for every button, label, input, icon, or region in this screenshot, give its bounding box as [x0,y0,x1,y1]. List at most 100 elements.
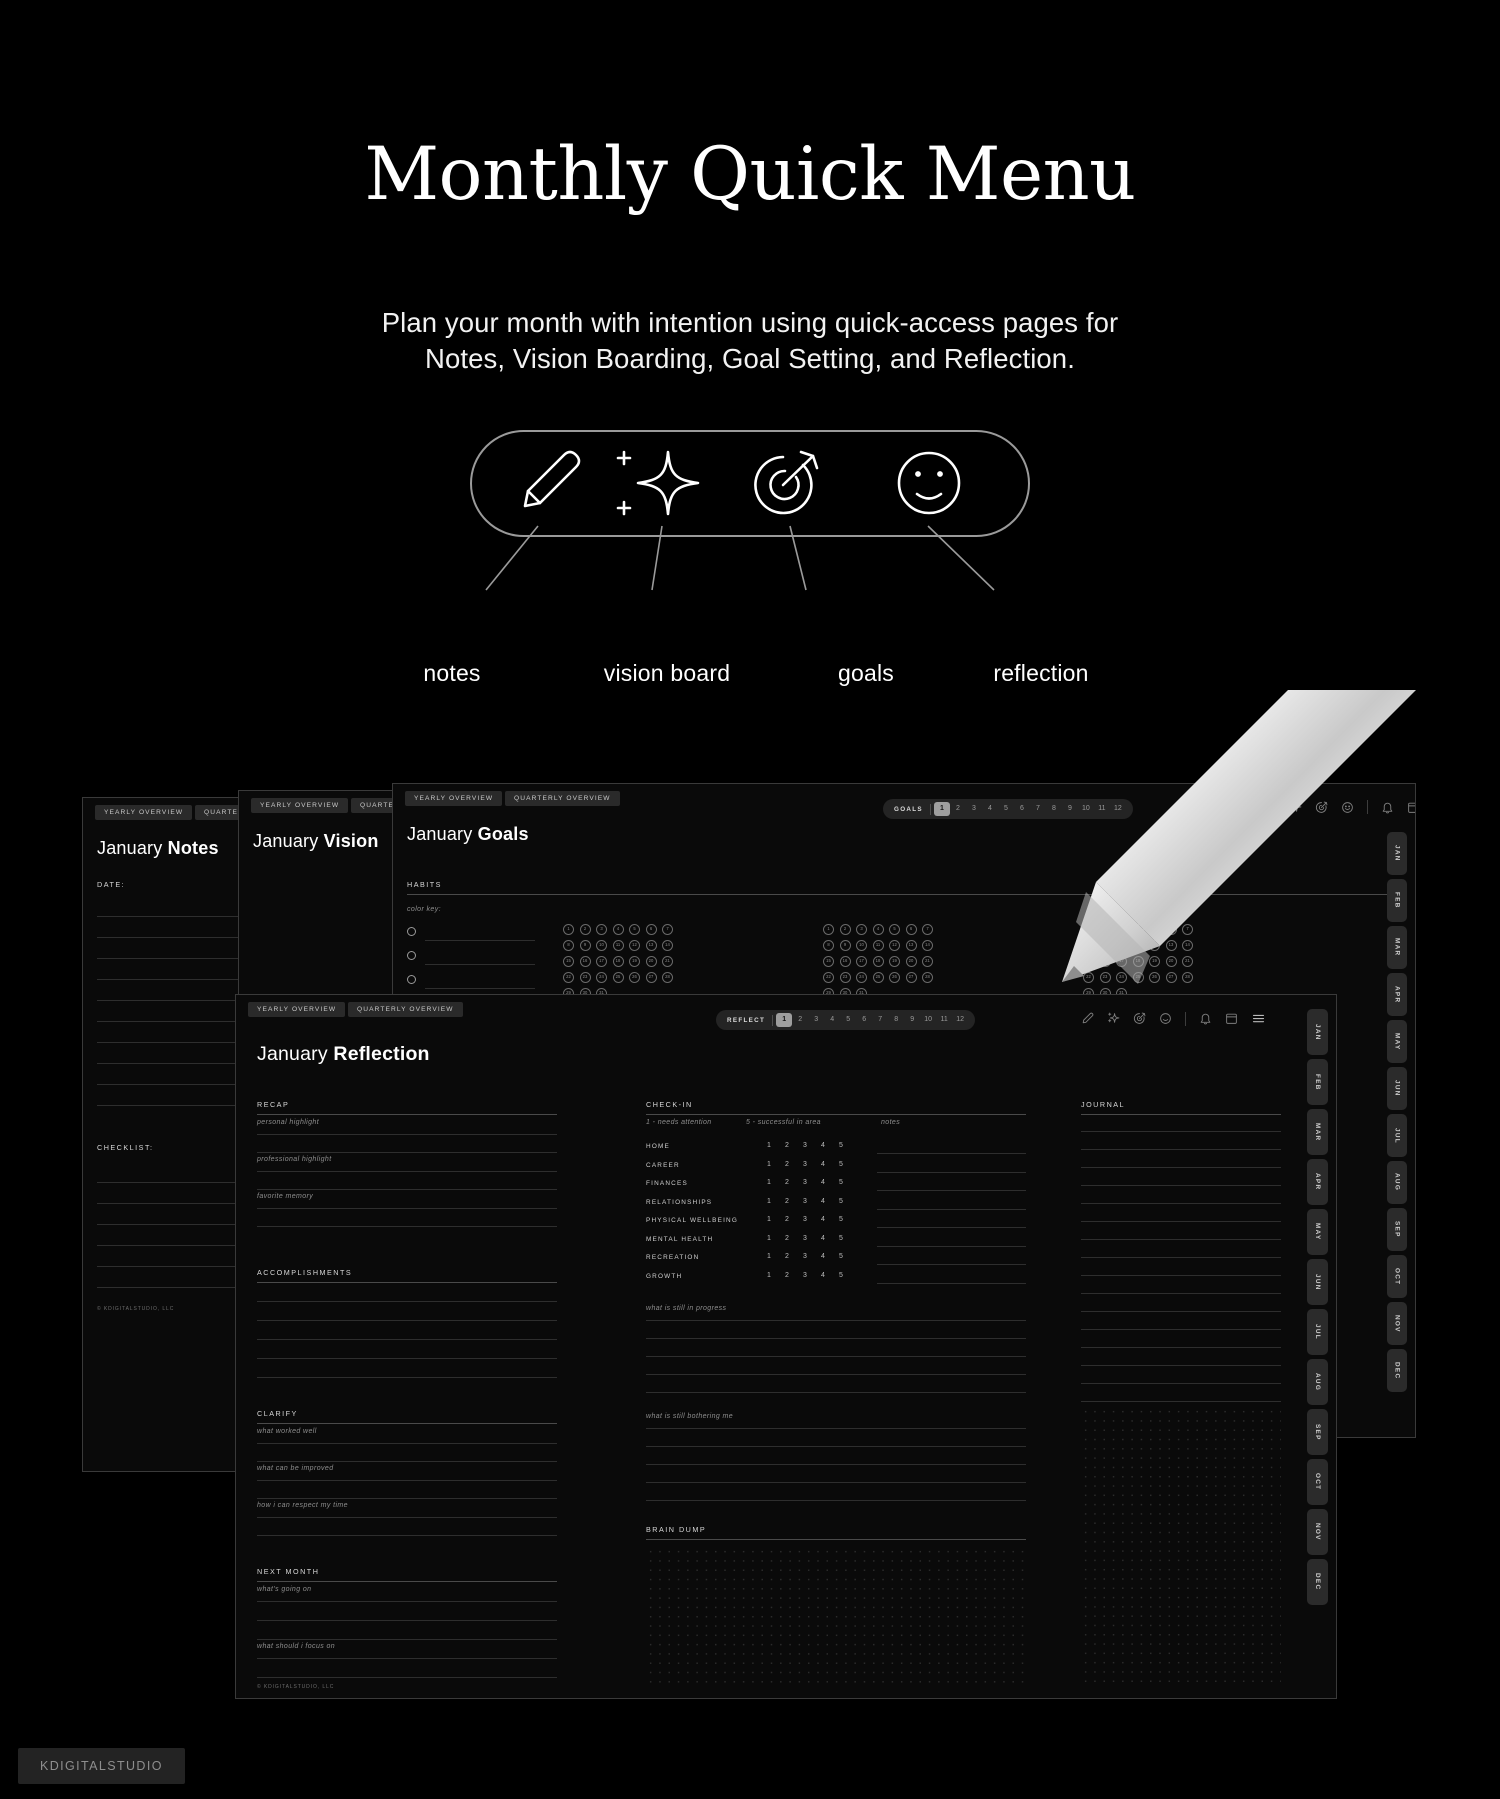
goals-nav-page-3[interactable]: 3 [966,802,982,816]
checkin-rating-3[interactable]: 3 [800,1216,810,1223]
habit-day-4[interactable]: 4 [872,924,884,935]
habit-day-15[interactable]: 15 [1083,956,1094,967]
habit-day-2[interactable]: 2 [579,924,591,935]
habit-day-11[interactable]: 11 [1132,940,1144,951]
reflection-month-tab-jun[interactable]: JUN [1307,1259,1328,1305]
checkin-rating-5[interactable]: 5 [836,1142,846,1149]
habit-day-17[interactable]: 17 [856,956,867,967]
next-month-field-hint[interactable]: what should i focus on [257,1643,335,1650]
goals-month-tab-jul[interactable]: JUL [1387,1114,1407,1157]
habit-day-23[interactable]: 23 [1099,972,1111,983]
habit-day-9[interactable]: 9 [1099,940,1111,951]
goals-nav-page-4[interactable]: 4 [982,802,998,816]
habit-day-19[interactable]: 19 [889,956,900,967]
recap-field-hint[interactable]: professional highlight [257,1156,332,1163]
habit-day-16[interactable]: 16 [1099,956,1111,967]
journal-line[interactable] [1081,1329,1281,1330]
checkin-rating-3[interactable]: 3 [800,1253,810,1260]
clarify-field-hint[interactable]: what can be improved [257,1465,333,1472]
bell-icon[interactable] [1199,1012,1212,1025]
checkin-rating-1[interactable]: 1 [764,1253,774,1260]
yearly-overview-button-vision[interactable]: YEARLY OVERVIEW [251,798,349,813]
journal-line[interactable] [1081,1167,1281,1168]
habit-day-27[interactable]: 27 [905,972,917,983]
habit-day-13[interactable]: 13 [1165,940,1177,951]
target-tool-icon[interactable] [1133,1012,1146,1025]
habit-day-23[interactable]: 23 [579,972,591,983]
checkin-rating-3[interactable]: 3 [800,1198,810,1205]
habit-day-19[interactable]: 19 [1149,956,1160,967]
habit-grid[interactable]: 1 2 3 4 5 6 7 8 9 10 11 12 13 14 15 16 17 18 19 20 21 22 23 24 2… [563,924,673,1004]
checkin-rating-3[interactable]: 3 [800,1272,810,1279]
reflection-month-tab-feb[interactable]: FEB [1307,1059,1328,1105]
menu-label-notes[interactable]: notes [423,660,480,687]
checkin-rating-2[interactable]: 2 [782,1161,792,1168]
habit-day-6[interactable]: 6 [645,924,657,935]
goals-nav-page-9[interactable]: 9 [1062,802,1078,816]
goals-month-tab-apr[interactable]: APR [1387,973,1407,1016]
journal-line[interactable] [1081,1383,1281,1384]
checkin-rating-5[interactable]: 5 [836,1272,846,1279]
reflection-month-tabs[interactable]: JAN FEB MAR APR MAY JUN JUL AUG SEP OCT NOV DEC [1307,1009,1328,1605]
checkin-rating-3[interactable]: 3 [800,1142,810,1149]
reflect-nav-page-9[interactable]: 9 [904,1013,920,1027]
checkin-rating-5[interactable]: 5 [836,1216,846,1223]
habit-day-16[interactable]: 16 [579,956,591,967]
goals-nav-page-5[interactable]: 5 [998,802,1014,816]
goals-month-tab-aug[interactable]: AUG [1387,1161,1407,1204]
checkin-rating-1[interactable]: 1 [764,1161,774,1168]
habit-day-12[interactable]: 12 [629,940,640,951]
reflect-nav-page-7[interactable]: 7 [872,1013,888,1027]
reflect-nav-page-2[interactable]: 2 [792,1013,808,1027]
habit-day-18[interactable]: 18 [1132,956,1144,967]
journal-line[interactable] [1081,1293,1281,1294]
checkin-note-line[interactable] [877,1282,1026,1284]
checkin-rating-4[interactable]: 4 [818,1253,828,1260]
journal-line[interactable] [1081,1365,1281,1366]
yearly-overview-button[interactable]: YEARLY OVERVIEW [95,805,193,820]
habit-day-6[interactable]: 6 [905,924,917,935]
habit-day-11[interactable]: 11 [872,940,884,951]
checkin-rating-5[interactable]: 5 [836,1253,846,1260]
reflect-nav-page-6[interactable]: 6 [856,1013,872,1027]
menu-label-goals[interactable]: goals [838,660,894,687]
checkin-rating-1[interactable]: 1 [764,1272,774,1279]
habit-day-21[interactable]: 21 [922,956,933,967]
habit-day-26[interactable]: 26 [889,972,900,983]
checkin-rating-2[interactable]: 2 [782,1179,792,1186]
reflection-month-tab-aug[interactable]: AUG [1307,1359,1328,1405]
habit-day-8[interactable]: 8 [823,940,834,951]
habit-day-5[interactable]: 5 [889,924,900,935]
checkin-rating-4[interactable]: 4 [818,1216,828,1223]
journal-line[interactable] [1081,1275,1281,1276]
habit-day-14[interactable]: 14 [922,940,933,951]
goals-nav-page-10[interactable]: 10 [1078,802,1094,816]
reflect-nav-page-12[interactable]: 12 [952,1013,968,1027]
goals-toolbar[interactable] [1263,800,1415,814]
reflection-month-tab-mar[interactable]: MAR [1307,1109,1328,1155]
habit-day-20[interactable]: 20 [1165,956,1177,967]
menu-label-vision-board[interactable]: vision board [604,660,730,687]
checkin-rating-5[interactable]: 5 [836,1179,846,1186]
habit-day-15[interactable]: 15 [823,956,834,967]
planner-page-reflection[interactable]: YEARLY OVERVIEW QUARTERLY OVERVIEW REFLE… [235,994,1337,1699]
habit-day-25[interactable]: 25 [872,972,884,983]
hamburger-menu-icon[interactable] [1251,1011,1266,1026]
habit-day-8[interactable]: 8 [1083,940,1094,951]
reflect-nav-page-1[interactable]: 1 [776,1013,793,1027]
habit-day-24[interactable]: 24 [1116,972,1127,983]
checkin-rating-1[interactable]: 1 [764,1179,774,1186]
habit-day-11[interactable]: 11 [612,940,624,951]
reflect-nav-page-11[interactable]: 11 [936,1013,952,1027]
habit-day-13[interactable]: 13 [645,940,657,951]
habit-day-2[interactable]: 2 [1099,924,1111,935]
habit-day-13[interactable]: 13 [905,940,917,951]
goals-nav-page-2[interactable]: 2 [950,802,966,816]
habit-day-8[interactable]: 8 [563,940,574,951]
goals-nav-page-7[interactable]: 7 [1030,802,1046,816]
reflection-month-tab-nov[interactable]: NOV [1307,1509,1328,1555]
habit-day-27[interactable]: 27 [1165,972,1177,983]
habit-day-25[interactable]: 25 [612,972,624,983]
goals-month-tab-sep[interactable]: SEP [1387,1208,1407,1251]
habit-day-19[interactable]: 19 [629,956,640,967]
